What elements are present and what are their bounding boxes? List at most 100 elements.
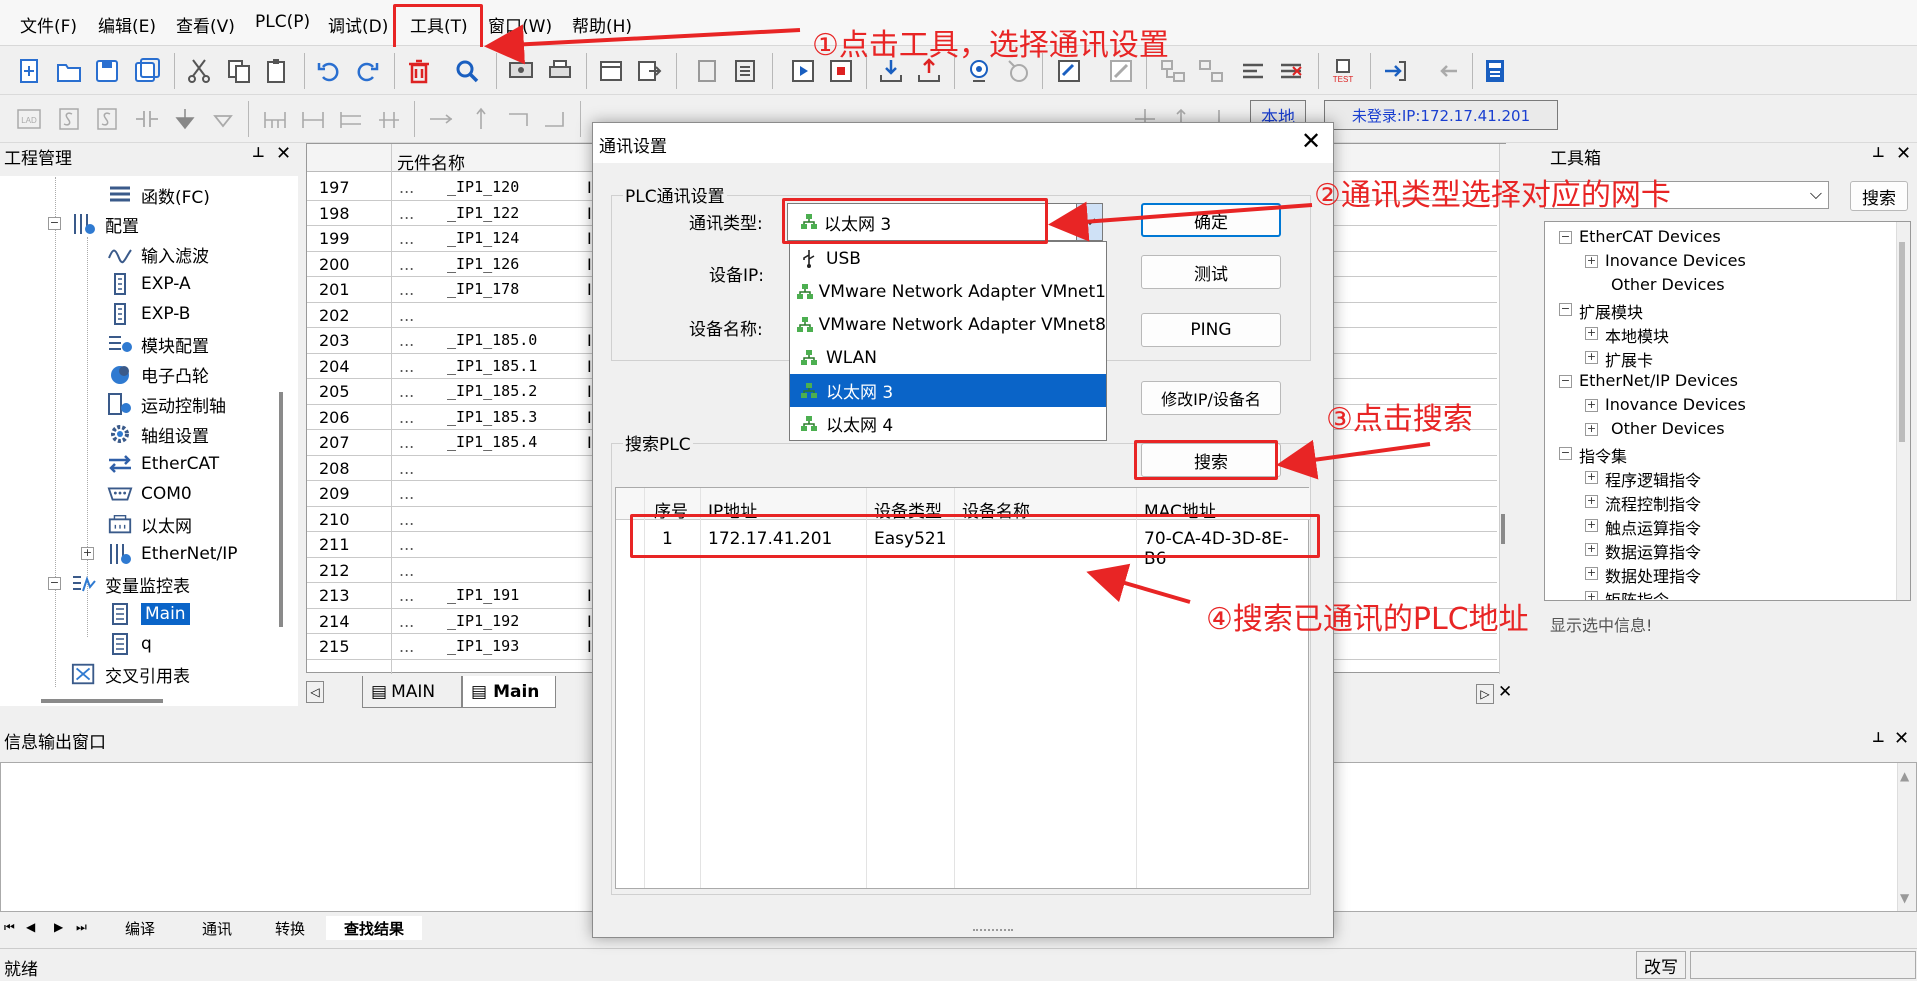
pin-icon[interactable]: ⊥: [1872, 730, 1885, 746]
toolbox-item[interactable]: 数据运算指令: [1605, 539, 1701, 563]
collapse-icon[interactable]: −: [1559, 303, 1572, 316]
ping-button[interactable]: PING: [1141, 313, 1281, 347]
menu-file[interactable]: 文件(F): [20, 12, 77, 37]
find-icon[interactable]: [450, 54, 484, 88]
dialog-close-icon[interactable]: ✕: [1301, 127, 1321, 155]
toolbox-item[interactable]: 程序逻辑指令: [1605, 467, 1701, 491]
pin-icon[interactable]: ⊥: [252, 145, 265, 161]
save-all-icon[interactable]: [130, 54, 164, 88]
vline-icon[interactable]: [466, 104, 496, 134]
hline-icon[interactable]: [426, 104, 456, 134]
menu-edit[interactable]: 编辑(E): [98, 12, 156, 37]
delete-icon[interactable]: [402, 54, 436, 88]
expand-icon[interactable]: +: [1585, 543, 1598, 556]
copy-icon[interactable]: [222, 54, 256, 88]
toolbox-item[interactable]: 扩展模块: [1579, 299, 1643, 323]
tab-main[interactable]: ▤ Main: [462, 676, 556, 708]
ok-button[interactable]: 确定: [1141, 203, 1281, 237]
toolbox-item[interactable]: 指令集: [1579, 443, 1627, 467]
undo-icon[interactable]: [312, 54, 346, 88]
compile-all-icon[interactable]: [728, 54, 762, 88]
expand-icon[interactable]: +: [1585, 591, 1598, 600]
new-icon[interactable]: [12, 54, 46, 88]
expand-icon[interactable]: +: [81, 547, 94, 560]
redo-icon[interactable]: [350, 54, 384, 88]
toolbox-search-button[interactable]: 搜索: [1850, 181, 1908, 211]
close-icon[interactable]: ✕: [1896, 143, 1911, 164]
toolbox-item[interactable]: 扩展卡: [1605, 347, 1653, 371]
tree-item-main[interactable]: Main: [107, 600, 190, 628]
toolbox-item[interactable]: 触点运算指令: [1605, 515, 1701, 539]
tree-item-ethercat[interactable]: EtherCAT: [107, 450, 219, 478]
toolbox-item[interactable]: 矩阵指令: [1605, 587, 1669, 600]
menu-plc[interactable]: PLC(P): [255, 12, 310, 32]
collapse-icon[interactable]: −: [1559, 447, 1572, 460]
tree-item-ethernet-ip[interactable]: EtherNet/IP: [107, 540, 237, 568]
save-icon[interactable]: [90, 54, 124, 88]
pin-icon[interactable]: ⊥: [1872, 145, 1885, 161]
prev-icon[interactable]: ◀: [26, 920, 35, 934]
tree-item-module-config[interactable]: 模块配置: [107, 330, 209, 358]
tree-scrollbar[interactable]: [279, 392, 283, 627]
dropdown-option[interactable]: WLAN: [790, 341, 1106, 374]
expand-icon[interactable]: +: [1585, 351, 1598, 364]
toolbox-item[interactable]: 数据处理指令: [1605, 563, 1701, 587]
collapse-icon[interactable]: −: [1559, 231, 1572, 244]
menu-help[interactable]: 帮助(H): [572, 12, 632, 37]
branch4-icon[interactable]: [374, 104, 404, 134]
collapse-icon[interactable]: −: [48, 217, 61, 230]
contact-icon[interactable]: [132, 104, 162, 134]
expand-icon[interactable]: +: [1585, 471, 1598, 484]
toolbox-item[interactable]: EtherCAT Devices: [1579, 227, 1721, 246]
modify-ip-button[interactable]: 修改IP/设备名: [1141, 381, 1281, 415]
toolbox-item[interactable]: Other Devices: [1611, 419, 1725, 438]
test-icon[interactable]: TEST: [1326, 54, 1360, 88]
tree-item-input-filter[interactable]: 输入滤波: [107, 240, 209, 268]
next-icon[interactable]: ▶: [54, 920, 63, 934]
compile-icon[interactable]: [690, 54, 724, 88]
output-tab-find-results[interactable]: 查找结果: [326, 916, 422, 940]
output-scrollbar[interactable]: [1897, 763, 1916, 911]
output-tab-comm[interactable]: 通讯: [182, 916, 252, 940]
scroll-up-icon[interactable]: ▲: [1900, 769, 1909, 783]
expand-icon[interactable]: +: [1585, 399, 1598, 412]
toolbox-item[interactable]: EtherNet/IP Devices: [1579, 371, 1738, 390]
tree-item-watch-table[interactable]: 变量监控表: [71, 570, 190, 598]
close-icon[interactable]: ✕: [1894, 728, 1909, 749]
tree-item-com0[interactable]: COM0: [107, 480, 192, 508]
close-tab-icon[interactable]: ✕: [1498, 682, 1512, 702]
dropdown-option[interactable]: USB: [790, 242, 1106, 275]
last-icon[interactable]: ⏭: [76, 920, 87, 935]
dropdown-option[interactable]: VMware Network Adapter VMnet1: [790, 275, 1106, 308]
tree-item-cross-reference[interactable]: 交叉引用表: [71, 660, 190, 688]
menu-view[interactable]: 查看(V): [176, 12, 235, 37]
toolbox-item[interactable]: Other Devices: [1611, 275, 1725, 294]
test-button[interactable]: 测试: [1141, 255, 1281, 289]
tree-item-cam[interactable]: 电子凸轮: [107, 360, 209, 388]
st-icon[interactable]: [92, 104, 122, 134]
chevron-down-icon[interactable]: [1076, 204, 1102, 240]
logout-icon[interactable]: [1430, 54, 1464, 88]
sfc-icon[interactable]: [54, 104, 84, 134]
collapse-icon[interactable]: −: [48, 577, 61, 590]
dropdown-option[interactable]: 以太网 3: [790, 374, 1106, 407]
login-icon[interactable]: [1378, 54, 1412, 88]
align-icon[interactable]: [1236, 54, 1270, 88]
tab-main-upper[interactable]: ▤ MAIN: [362, 676, 462, 708]
branch2-icon[interactable]: [298, 104, 328, 134]
line-corner2-icon[interactable]: [540, 104, 570, 134]
toolbox-item[interactable]: 流程控制指令: [1605, 491, 1701, 515]
chevron-down-icon[interactable]: ⌵: [1810, 184, 1822, 204]
window-icon[interactable]: [594, 54, 628, 88]
align-remove-icon[interactable]: [1274, 54, 1308, 88]
menu-debug[interactable]: 调试(D): [328, 12, 388, 37]
tree-item-function[interactable]: 函数(FC): [107, 181, 210, 209]
coil-down-outline-icon[interactable]: [208, 104, 238, 134]
tree-item-exp-b[interactable]: EXP-B: [107, 300, 190, 328]
collapse-icon[interactable]: −: [1559, 375, 1572, 388]
line-corner-icon[interactable]: [504, 104, 534, 134]
network-config-icon[interactable]: [1194, 54, 1228, 88]
tree-item-motion-axis[interactable]: 运动控制轴: [107, 390, 226, 418]
expand-icon[interactable]: +: [1585, 495, 1598, 508]
toolbox-item[interactable]: Inovance Devices: [1605, 251, 1746, 270]
